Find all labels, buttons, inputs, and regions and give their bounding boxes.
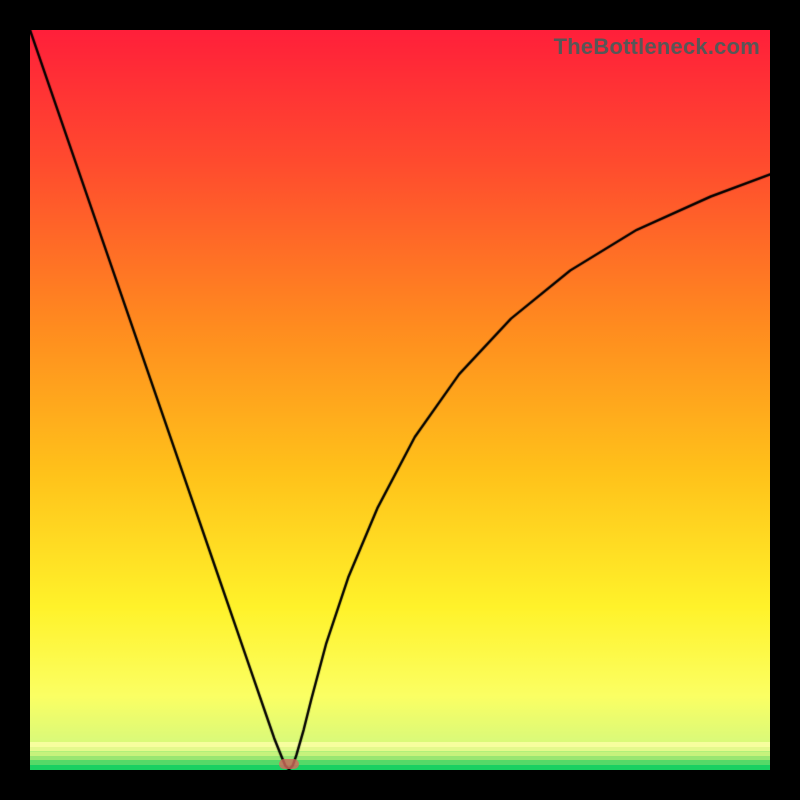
- minimum-marker: [279, 759, 299, 769]
- bottleneck-curve: [30, 30, 770, 770]
- attribution-text: TheBottleneck.com: [554, 34, 760, 60]
- plot-area: TheBottleneck.com: [30, 30, 770, 770]
- outer-frame: TheBottleneck.com: [0, 0, 800, 800]
